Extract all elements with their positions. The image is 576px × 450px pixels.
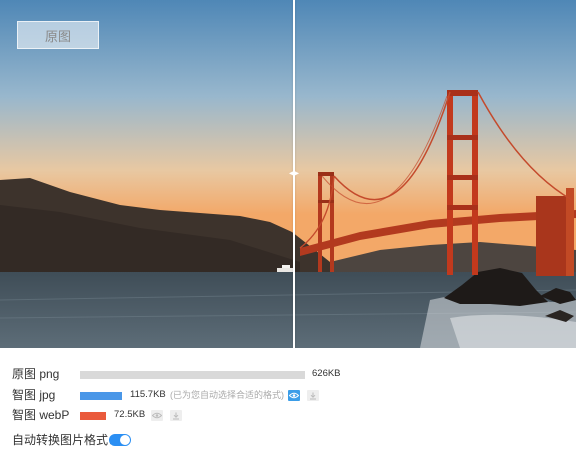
download-icon[interactable] [170, 410, 182, 421]
eye-icon[interactable] [151, 410, 163, 421]
auto-convert-label: 自动转换图片格式： [12, 433, 121, 447]
size-bar [80, 371, 305, 379]
list-item: 智图 jpg 115.7KB (已为您自动选择合适的格式) [0, 385, 576, 405]
eye-icon[interactable] [288, 390, 300, 401]
file-size: 72.5KB [114, 409, 146, 420]
format-label: 智图 webP [12, 408, 70, 422]
size-bar [80, 412, 106, 420]
format-label: 原图 png [12, 367, 60, 381]
toggle-knob [120, 435, 130, 445]
auto-convert-toggle[interactable] [109, 434, 131, 446]
auto-format-note: (已为您自动选择合适的格式) [170, 390, 284, 400]
drag-handle-icon[interactable]: ◂▸ [287, 169, 301, 179]
list-item: 原图 png 626KB [0, 364, 576, 384]
file-size: 115.7KB [130, 389, 166, 400]
size-bar [80, 392, 122, 400]
original-label: 原图 [17, 21, 99, 49]
format-label: 智图 jpg [12, 388, 56, 402]
file-size: 626KB [312, 368, 341, 379]
download-icon[interactable] [307, 390, 319, 401]
list-item: 智图 webP 72.5KB [0, 405, 576, 425]
image-compare-viewer[interactable]: 原图 ◂▸ [0, 0, 576, 348]
